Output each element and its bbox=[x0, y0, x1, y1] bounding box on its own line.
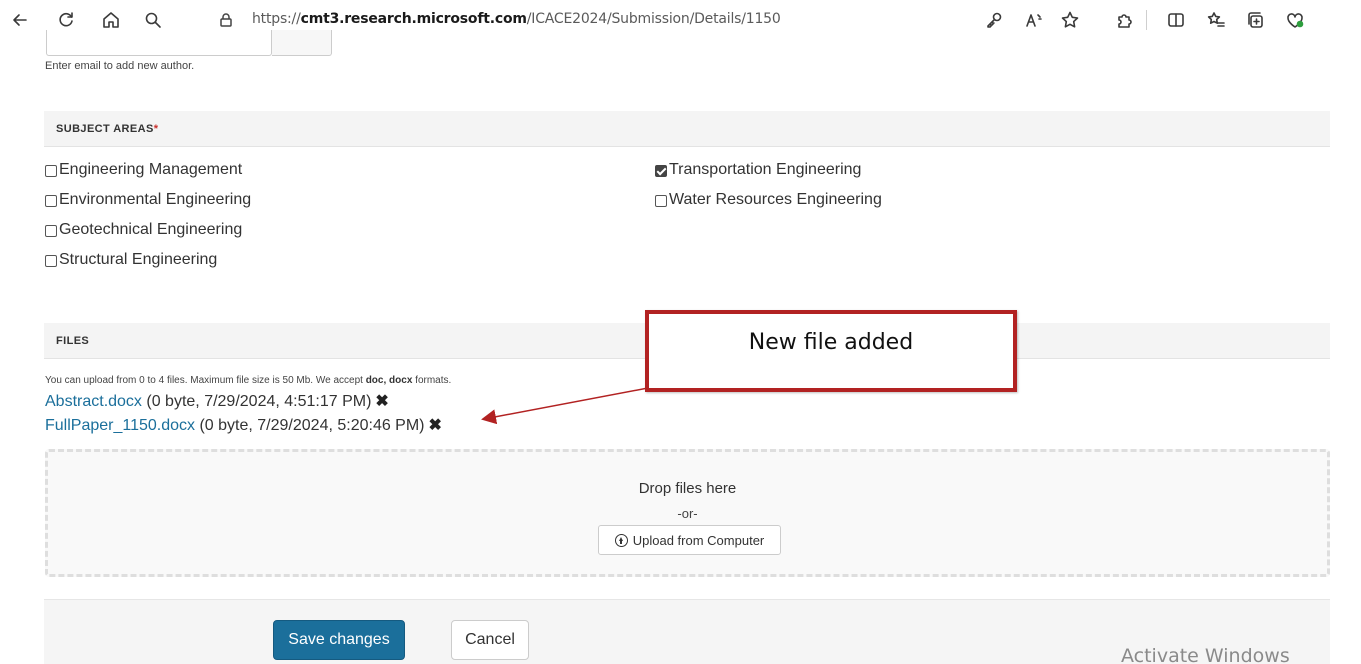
checkbox-checked[interactable] bbox=[655, 165, 667, 177]
subject-engineering-management[interactable]: Engineering Management bbox=[45, 161, 242, 179]
files-note-prefix: You can upload from 0 to 4 files. Maximu… bbox=[45, 375, 366, 386]
files-note-suffix: formats. bbox=[412, 375, 452, 386]
url-prefix: https:// bbox=[252, 11, 301, 27]
subject-areas-header: SUBJECT AREAS* bbox=[44, 111, 1330, 147]
url-path: /ICACE2024/Submission/Details/1150 bbox=[526, 11, 781, 27]
site-info-icon[interactable] bbox=[218, 12, 234, 28]
annotation-callout: New file added bbox=[645, 310, 1017, 392]
collections-icon[interactable] bbox=[1243, 8, 1267, 32]
save-changes-button[interactable]: Save changes bbox=[273, 620, 405, 660]
checkbox[interactable] bbox=[655, 195, 667, 207]
subject-transportation-engineering[interactable]: Transportation Engineering bbox=[655, 161, 861, 179]
annotation-text: New file added bbox=[748, 330, 914, 355]
file-link[interactable]: Abstract.docx bbox=[45, 393, 142, 410]
remove-file-icon[interactable]: ✖ bbox=[375, 393, 388, 410]
toolbar-divider bbox=[1146, 10, 1147, 30]
subject-areas-title: SUBJECT AREAS bbox=[56, 123, 154, 135]
favorites-bar-icon[interactable] bbox=[1204, 8, 1228, 32]
subject-label: Water Resources Engineering bbox=[669, 191, 882, 208]
checkbox[interactable] bbox=[45, 195, 57, 207]
author-email-input[interactable] bbox=[46, 30, 272, 56]
subject-structural-engineering[interactable]: Structural Engineering bbox=[45, 251, 217, 269]
remove-file-icon[interactable]: ✖ bbox=[429, 417, 442, 434]
upload-from-computer-button[interactable]: Upload from Computer bbox=[598, 525, 781, 555]
subject-geotechnical-engineering[interactable]: Geotechnical Engineering bbox=[45, 221, 242, 239]
subject-label: Structural Engineering bbox=[59, 251, 218, 268]
back-icon[interactable] bbox=[8, 8, 32, 32]
checkbox[interactable] bbox=[45, 165, 57, 177]
subject-label: Environmental Engineering bbox=[59, 191, 252, 208]
checkbox[interactable] bbox=[45, 255, 57, 267]
subject-label: Geotechnical Engineering bbox=[59, 221, 243, 238]
subject-environmental-engineering[interactable]: Environmental Engineering bbox=[45, 191, 251, 209]
home-icon[interactable] bbox=[99, 8, 123, 32]
split-screen-icon[interactable] bbox=[1164, 8, 1188, 32]
upload-icon bbox=[614, 533, 628, 547]
url-host: cmt3.research.microsoft.com bbox=[300, 11, 527, 27]
key-icon[interactable] bbox=[982, 8, 1006, 32]
file-meta: (0 byte, 7/29/2024, 5:20:46 PM) bbox=[195, 417, 425, 434]
read-aloud-icon[interactable] bbox=[1022, 8, 1046, 32]
extensions-icon[interactable] bbox=[1113, 8, 1137, 32]
file-item: FullPaper_1150.docx (0 byte, 7/29/2024, … bbox=[45, 415, 442, 435]
required-mark: * bbox=[153, 123, 159, 135]
or-separator: -or- bbox=[677, 506, 698, 521]
file-meta: (0 byte, 7/29/2024, 4:51:17 PM) bbox=[141, 393, 372, 410]
drop-files-text: Drop files here bbox=[638, 480, 737, 497]
subject-label: Engineering Management bbox=[59, 161, 243, 178]
search-icon[interactable] bbox=[141, 8, 165, 32]
add-author-hint: Enter email to add new author. bbox=[45, 60, 195, 72]
refresh-icon[interactable] bbox=[54, 8, 78, 32]
file-dropzone[interactable]: Drop files here -or- Upload from Compute… bbox=[45, 449, 1330, 577]
files-title: FILES bbox=[56, 335, 90, 347]
url-text[interactable]: https://cmt3.research.microsoft.com/ICAC… bbox=[252, 11, 781, 27]
files-instructions: You can upload from 0 to 4 files. Maximu… bbox=[45, 375, 451, 386]
subject-water-resources-engineering[interactable]: Water Resources Engineering bbox=[655, 191, 882, 209]
cancel-button[interactable]: Cancel bbox=[451, 620, 529, 660]
file-item: Abstract.docx (0 byte, 7/29/2024, 4:51:1… bbox=[45, 391, 389, 411]
browser-essentials-icon[interactable] bbox=[1283, 8, 1307, 32]
add-author-button[interactable] bbox=[272, 30, 332, 56]
subject-label: Transportation Engineering bbox=[669, 161, 862, 178]
files-note-formats: doc, docx bbox=[365, 375, 413, 386]
upload-label: Upload from Computer bbox=[632, 532, 765, 548]
checkbox[interactable] bbox=[45, 225, 57, 237]
file-link[interactable]: FullPaper_1150.docx bbox=[45, 417, 195, 434]
favorite-icon[interactable] bbox=[1058, 8, 1082, 32]
activate-windows-watermark: Activate Windows bbox=[1121, 645, 1290, 664]
